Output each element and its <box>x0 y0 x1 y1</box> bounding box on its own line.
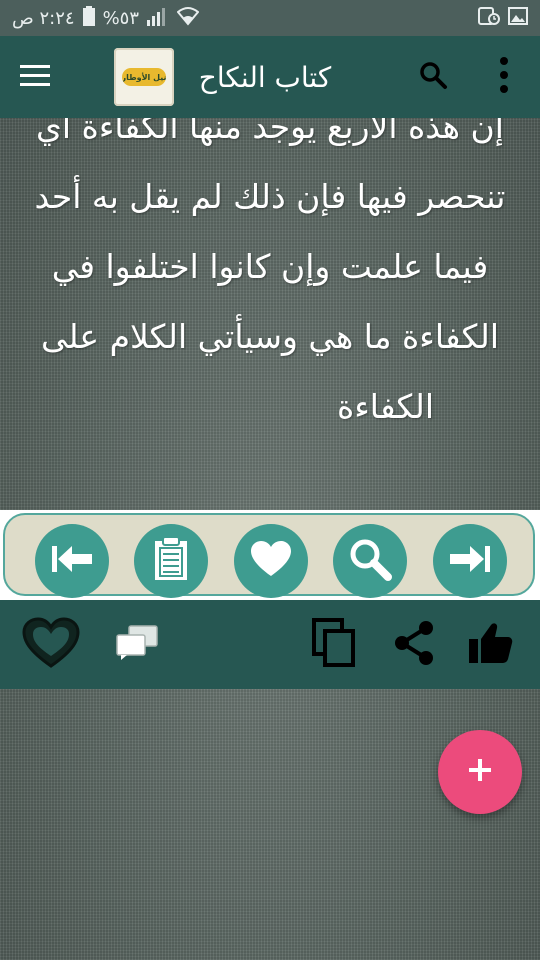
search-text-button[interactable] <box>333 524 407 598</box>
heart-outline-icon <box>20 616 82 674</box>
last-page-icon <box>448 542 492 580</box>
wifi-icon <box>176 6 200 31</box>
menu-button[interactable] <box>14 36 56 118</box>
thumbs-up-icon <box>467 621 513 669</box>
navigation-bar <box>3 513 535 598</box>
gallery-icon <box>508 6 528 30</box>
heart-icon <box>250 540 292 582</box>
text-line: الكفاءة <box>336 387 434 426</box>
app-bar: نيل الأوطار كتاب النكاح <box>0 36 540 118</box>
magnifier-icon <box>348 537 392 585</box>
overflow-menu-button[interactable] <box>484 36 524 118</box>
clipboard-list-icon <box>151 536 191 586</box>
action-bar <box>0 600 540 689</box>
first-page-button[interactable] <box>35 524 109 598</box>
app-title: كتاب النكاح <box>198 60 332 94</box>
battery-icon <box>82 5 95 31</box>
screen-lock-icon <box>478 6 500 31</box>
battery-level: %٥٣ <box>102 7 140 29</box>
text-line: فيما علمت وإن كانوا اختلفوا في <box>51 247 489 286</box>
text-line: الكفاءة ما هي وسيأتي الكلام على <box>40 317 500 356</box>
book-text: إن هذه الأربع يوجد منها الكفاءة أي تنحصر… <box>10 118 530 510</box>
share-icon <box>392 620 436 670</box>
signal-icon <box>147 6 169 31</box>
chat-bubbles-icon <box>115 624 159 665</box>
app-logo: نيل الأوطار <box>114 48 174 106</box>
copy-button[interactable] <box>308 600 360 689</box>
share-button[interactable] <box>388 600 440 689</box>
add-fab-button[interactable] <box>438 730 522 814</box>
add-icon <box>467 757 493 787</box>
logo-badge: نيل الأوطار <box>122 68 166 86</box>
search-button[interactable] <box>408 36 458 118</box>
favorite-outline-button[interactable] <box>18 600 84 689</box>
status-right <box>478 6 528 31</box>
status-left: ٢:٢٤ ص %٥٣ <box>12 5 200 31</box>
more-vert-icon <box>499 56 509 98</box>
last-page-button[interactable] <box>433 524 507 598</box>
status-bar: ٢:٢٤ ص %٥٣ <box>0 0 540 36</box>
search-icon <box>418 60 448 94</box>
text-line: تنحصر فيها فإن ذلك لم يقل به أحد <box>34 177 506 216</box>
text-line: إن هذه الأربع يوجد منها الكفاءة أي <box>36 118 504 146</box>
comments-button[interactable] <box>112 600 162 689</box>
like-button[interactable] <box>464 600 516 689</box>
first-page-icon <box>50 542 94 580</box>
favorite-button[interactable] <box>234 524 308 598</box>
contents-button[interactable] <box>134 524 208 598</box>
hamburger-menu-icon <box>20 63 50 91</box>
copy-icon <box>312 617 356 672</box>
status-time: ٢:٢٤ ص <box>12 7 75 29</box>
navigation-panel <box>0 510 540 600</box>
